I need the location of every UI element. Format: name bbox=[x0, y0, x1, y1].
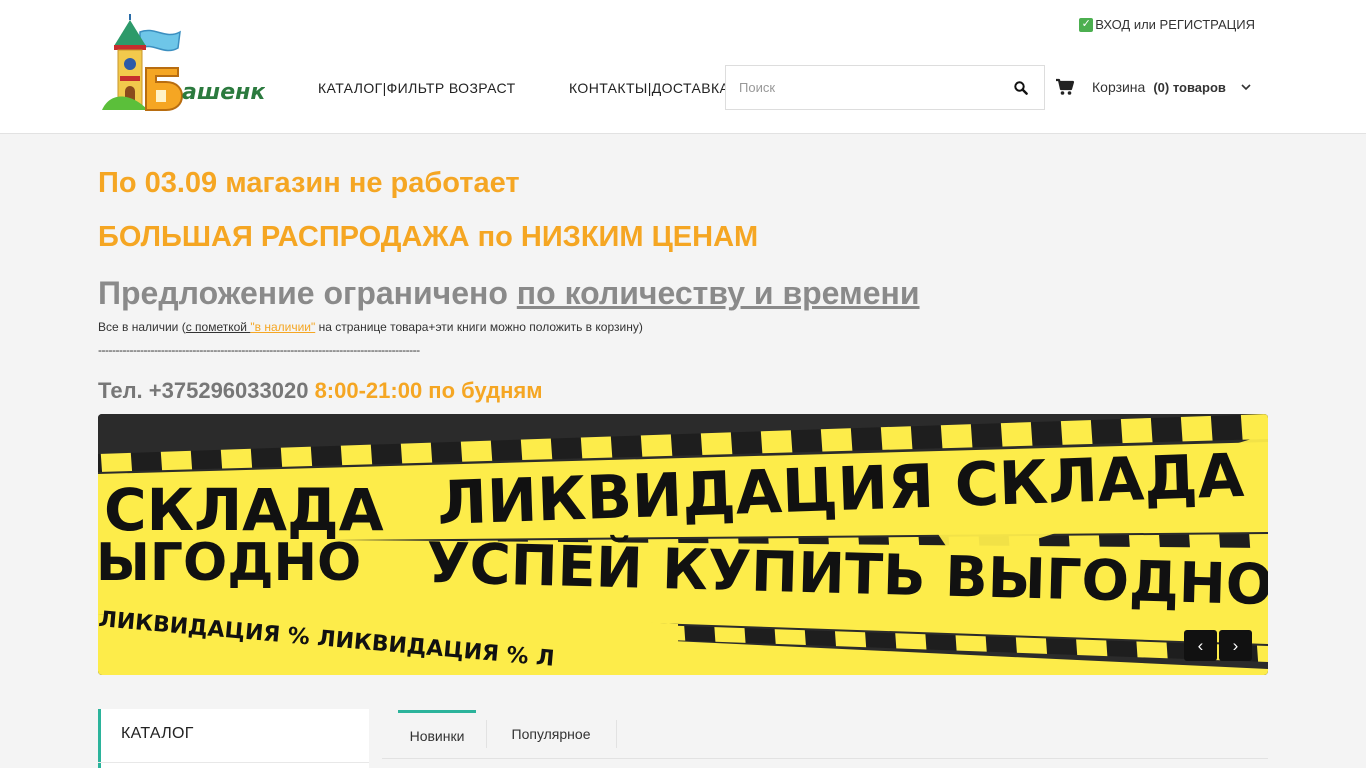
notice-sale: БОЛЬШАЯ РАСПРОДАЖА по НИЗКИМ ЦЕНАМ bbox=[98, 221, 759, 253]
divider-dashes: ----------------------------------------… bbox=[98, 343, 420, 357]
liquidation-banner-image: СКЛАДА ЛИКВИДАЦИЯ СКЛАДА ЫГОДНО УСПЕЙ КУ… bbox=[98, 414, 1268, 675]
search-input[interactable] bbox=[726, 66, 998, 109]
search-icon bbox=[1014, 80, 1028, 95]
site-header: ашенка ✓ ВХОД или РЕГИСТРАЦИЯ КАТАЛОГ|ФИ… bbox=[0, 0, 1366, 134]
search-box bbox=[725, 65, 1045, 110]
tower-logo-icon: ашенка bbox=[102, 14, 280, 111]
nav-catalog[interactable]: КАТАЛОГ|ФИЛЬТР ВОЗРАСТ bbox=[318, 80, 516, 96]
login-label[interactable]: ВХОД или РЕГИСТРАЦИЯ bbox=[1095, 17, 1255, 32]
notice-closed: По 03.09 магазин не работает bbox=[98, 167, 520, 199]
tabs-divider bbox=[382, 758, 1268, 759]
banner-text-mid-left: ЫГОДНО bbox=[98, 533, 361, 593]
tab-new[interactable]: Новинки bbox=[398, 710, 476, 758]
cart-icon bbox=[1056, 78, 1075, 95]
product-tabs: Новинки Популярное bbox=[382, 710, 1268, 768]
cart-count: (0) товаров bbox=[1153, 79, 1226, 95]
notice-limited: Предложение ограничено по количеству и в… bbox=[98, 275, 920, 312]
sidebar-divider bbox=[98, 762, 369, 763]
stock-note-suffix: на странице товара+эти книги можно полож… bbox=[315, 320, 643, 334]
tab-separator bbox=[616, 720, 617, 748]
site-logo[interactable]: ашенка bbox=[100, 12, 280, 112]
promo-banner[interactable]: СКЛАДА ЛИКВИДАЦИЯ СКЛАДА ЫГОДНО УСПЕЙ КУ… bbox=[98, 414, 1268, 675]
checkmark-icon: ✓ bbox=[1079, 17, 1094, 32]
work-hours: 8:00-21:00 по будням bbox=[314, 378, 543, 403]
notice-limited-link[interactable]: по количеству и времени bbox=[517, 275, 920, 311]
stock-note-link[interactable]: с пометкой bbox=[186, 320, 251, 334]
nav-contacts[interactable]: КОНТАКТЫ|ДОСТАВКА bbox=[569, 80, 725, 96]
slider-next-button[interactable]: › bbox=[1219, 630, 1252, 661]
slider-prev-button[interactable]: ‹ bbox=[1184, 630, 1217, 661]
tab-popular[interactable]: Популярное bbox=[486, 710, 616, 758]
stock-note-prefix: Все в наличии ( bbox=[98, 320, 186, 334]
notice-limited-text: Предложение ограничено bbox=[98, 275, 517, 311]
chevron-down-icon[interactable] bbox=[1240, 81, 1252, 93]
login-link[interactable]: ✓ ВХОД или РЕГИСТРАЦИЯ bbox=[1079, 17, 1255, 32]
phone-line: Тел. +375296033020 8:00-21:00 по будням bbox=[98, 378, 543, 404]
search-button[interactable] bbox=[998, 66, 1044, 109]
svg-text:ашенка: ашенка bbox=[182, 80, 265, 105]
cart-label: Корзина bbox=[1092, 79, 1146, 95]
stock-note-link-orange[interactable]: "в наличии" bbox=[250, 320, 315, 334]
sidebar-catalog-title: КАТАЛОГ bbox=[121, 725, 194, 742]
stock-note: Все в наличии (с пометкой "в наличии" на… bbox=[98, 320, 643, 334]
phone-number: Тел. +375296033020 bbox=[98, 378, 315, 403]
sidebar-catalog[interactable]: КАТАЛОГ bbox=[98, 709, 369, 768]
cart-widget[interactable]: Корзина (0) товаров bbox=[1055, 77, 1252, 97]
